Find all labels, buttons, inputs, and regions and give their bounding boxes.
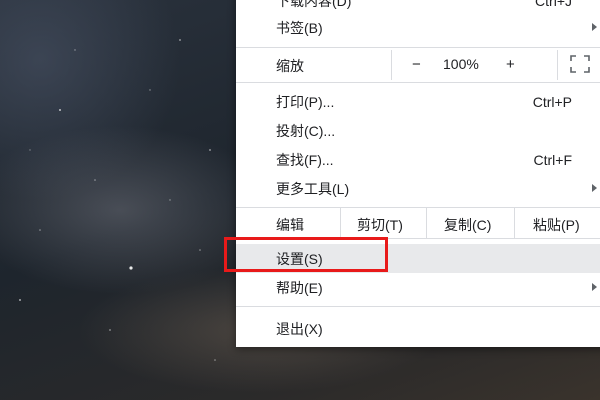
submenu-arrow-icon	[592, 283, 597, 291]
edit-label: 编辑	[276, 217, 304, 233]
menu-item-cast[interactable]: 投射(C)...	[236, 116, 600, 145]
menu-item-help[interactable]: 帮助(E)	[236, 273, 600, 302]
menu-separator	[236, 82, 600, 83]
zoom-row: 缩放 − 100% +	[236, 50, 600, 80]
menu-item-print[interactable]: 打印(P)... Ctrl+P	[236, 87, 600, 116]
menu-separator	[236, 306, 600, 307]
fullscreen-icon	[570, 55, 590, 73]
zoom-out-button[interactable]: −	[412, 56, 421, 73]
submenu-arrow-icon	[592, 184, 597, 192]
menu-item-label: 下载内容(D)	[276, 0, 352, 9]
copy-button[interactable]: 复制(C)	[426, 208, 515, 238]
highlight-annotation-box	[224, 237, 388, 272]
menu-item-label: 更多工具(L)	[276, 180, 350, 197]
zoom-in-button[interactable]: +	[506, 56, 515, 73]
copy-label: 复制(C)	[444, 217, 492, 233]
browser-main-menu: 下载内容(D) Ctrl+J 书签(B) 缩放 − 100% + 打印(P)..…	[236, 0, 600, 347]
menu-item-label: 查找(F)...	[276, 151, 334, 168]
menu-item-find[interactable]: 查找(F)... Ctrl+F	[236, 145, 600, 174]
menu-item-label: 退出(X)	[276, 320, 323, 337]
zoom-level: 100%	[443, 56, 479, 72]
menu-item-more-tools[interactable]: 更多工具(L)	[236, 174, 600, 203]
menu-separator	[236, 47, 600, 48]
zoom-label: 缩放	[276, 58, 304, 74]
zoom-controls: − 100% +	[391, 50, 600, 80]
menu-item-bookmarks[interactable]: 书签(B)	[236, 13, 600, 42]
paste-label: 粘贴(P)	[533, 217, 580, 233]
menu-item-label: 打印(P)...	[276, 93, 335, 110]
edit-row: 编辑 剪切(T) 复制(C) 粘贴(P)	[236, 208, 600, 238]
menu-item-label: 投射(C)...	[276, 122, 336, 139]
menu-item-label: 书签(B)	[276, 19, 323, 36]
menu-item-shortcut: Ctrl+J	[535, 0, 572, 9]
menu-item-label: 帮助(E)	[276, 279, 323, 296]
paste-button[interactable]: 粘贴(P)	[514, 208, 600, 238]
menu-item-shortcut: Ctrl+P	[532, 93, 572, 110]
submenu-arrow-icon	[592, 23, 597, 31]
menu-item-shortcut: Ctrl+F	[533, 151, 573, 168]
cut-label: 剪切(T)	[357, 217, 403, 233]
cut-button[interactable]: 剪切(T)	[340, 208, 427, 238]
fullscreen-button[interactable]	[557, 50, 600, 80]
menu-item-exit[interactable]: 退出(X)	[236, 314, 600, 343]
